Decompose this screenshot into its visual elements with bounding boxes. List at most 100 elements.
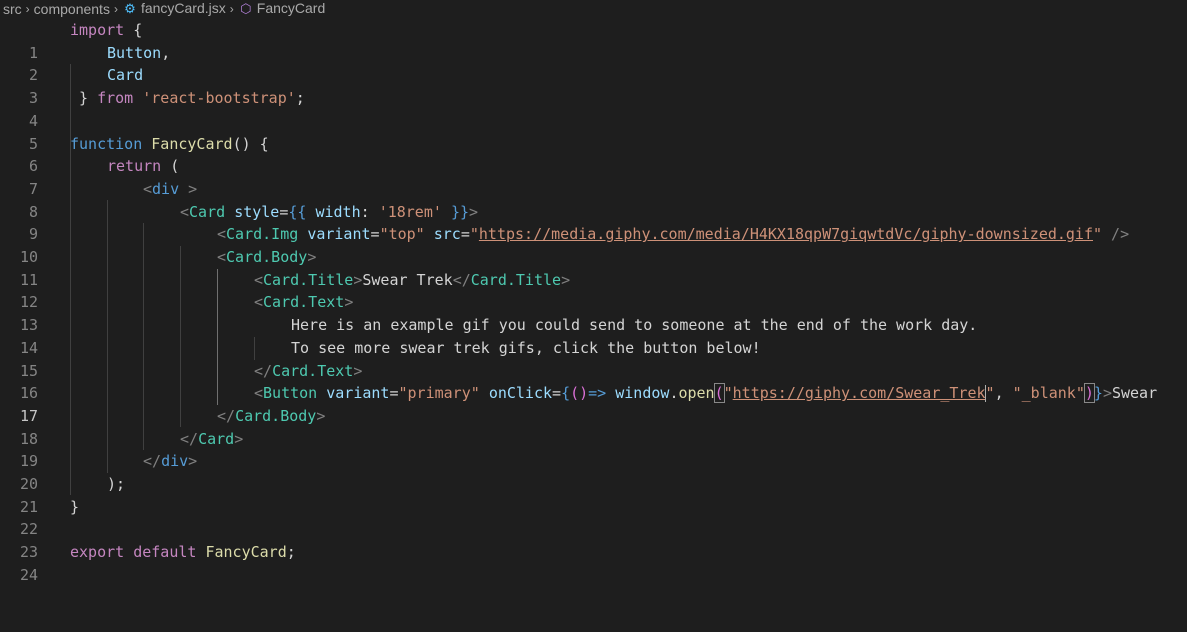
token: > xyxy=(344,293,354,312)
token: > xyxy=(561,270,571,289)
breadcrumb-symbol[interactable]: ⬡ FancyCard xyxy=(235,0,328,17)
token: } xyxy=(1093,384,1103,403)
code-line[interactable]: 11 <Card.Body> xyxy=(0,246,1187,289)
code-line[interactable]: 15 To see more swear trek gifs, click th… xyxy=(0,337,1187,380)
breadcrumb-symbol-label: FancyCard xyxy=(256,0,326,16)
token: Button xyxy=(263,384,318,403)
breadcrumb: src › components › ⚙ fancyCard.jsx › ⬡ Fan… xyxy=(0,0,1187,17)
code-line[interactable]: 9 <Card style={{ width: '18rem' }}> xyxy=(0,201,1187,244)
token: open xyxy=(678,384,715,403)
token: } xyxy=(70,89,98,108)
code-line[interactable]: 22 } xyxy=(0,496,1187,539)
token: < xyxy=(143,179,153,198)
code-line[interactable]: 13 <Card.Text> xyxy=(0,291,1187,334)
code-line[interactable]: 21 ); xyxy=(0,473,1187,516)
code-line[interactable]: 10 <Card.Img variant="top" src="https://… xyxy=(0,223,1187,266)
token: Swear xyxy=(1111,384,1158,403)
code-content: <div > xyxy=(143,178,197,201)
bracket-match: ( xyxy=(713,383,725,404)
breadcrumb-file[interactable]: ⚙ fancyCard.jsx xyxy=(119,0,229,17)
code-line[interactable]: 6 function FancyCard() { xyxy=(0,133,1187,176)
code-line[interactable]: 19 </Card> xyxy=(0,428,1187,471)
token: </ xyxy=(143,452,162,471)
token: Here is an example gif you could send to… xyxy=(291,316,978,335)
token: ( xyxy=(161,157,180,176)
token: return xyxy=(107,157,162,176)
token: = xyxy=(460,225,470,244)
url-link[interactable]: https://giphy.com/Swear_Trek xyxy=(733,384,986,402)
breadcrumb-components[interactable]: components xyxy=(31,1,113,17)
token: , xyxy=(161,43,171,62)
code-editor[interactable]: 1 import { 2 Button, 3 Card 4 } from 're… xyxy=(0,19,1187,584)
token: } xyxy=(70,497,80,516)
code-content: </Card.Body> xyxy=(217,405,325,428)
token: => xyxy=(588,384,607,403)
code-line[interactable]: 18 </Card.Body> xyxy=(0,405,1187,448)
react-gear-icon: ⚙ xyxy=(124,1,136,16)
token: Card.Text xyxy=(263,293,345,312)
code-line-active[interactable]: 17 <Button variant="primary" onClick={()… xyxy=(0,382,1187,425)
code-line[interactable]: 24 export default FancyCard; xyxy=(0,541,1187,584)
code-line[interactable]: 12 <Card.Title>Swear Trek</Card.Title> xyxy=(0,269,1187,312)
code-line[interactable]: 23 xyxy=(0,518,1187,561)
token: > xyxy=(1102,384,1112,403)
token: Card xyxy=(198,429,235,448)
token: width xyxy=(315,202,361,221)
code-content: <Card.Text> xyxy=(254,291,353,314)
token: > xyxy=(316,406,326,425)
token: { xyxy=(124,21,143,39)
code-line[interactable]: 20 </div> xyxy=(0,450,1187,493)
code-content: <Card.Img variant="top" src="https://med… xyxy=(217,223,1129,246)
code-line[interactable]: 2 Button, xyxy=(0,42,1187,85)
code-line[interactable]: 3 Card xyxy=(0,64,1187,107)
code-line[interactable]: 16 </Card.Text> xyxy=(0,360,1187,403)
token: < xyxy=(217,225,227,244)
code-content: function FancyCard() { xyxy=(70,133,269,156)
token: Card.Text xyxy=(272,361,354,380)
token: style xyxy=(234,202,280,221)
symbol-class-icon: ⬡ xyxy=(240,1,252,16)
token: src xyxy=(433,225,461,244)
token: </ xyxy=(217,406,236,425)
token: 'react-bootstrap' xyxy=(142,89,296,108)
code-content: return ( xyxy=(107,155,179,178)
token: > xyxy=(179,179,198,198)
token: window xyxy=(615,384,670,403)
token: = xyxy=(370,225,380,244)
token: }} xyxy=(450,202,469,221)
code-content: <Button variant="primary" onClick={()=> … xyxy=(254,382,1157,405)
code-content: Here is an example gif you could send to… xyxy=(291,314,977,337)
token: div xyxy=(152,179,180,198)
token: </ xyxy=(254,361,273,380)
token: ); xyxy=(107,475,126,493)
breadcrumb-src[interactable]: src xyxy=(0,1,25,17)
code-line[interactable]: 5 xyxy=(0,110,1187,153)
token: "_blank" xyxy=(1012,384,1085,403)
token: "top" xyxy=(379,225,425,244)
code-line[interactable]: 7 return ( xyxy=(0,155,1187,198)
token: < xyxy=(254,293,264,312)
url-link[interactable]: https://media.giphy.com/media/H4KX18qpW7… xyxy=(479,225,1093,243)
code-content: } xyxy=(70,496,79,519)
token: Card.Img xyxy=(226,225,299,244)
token: , xyxy=(994,384,1013,403)
token: variant xyxy=(326,384,390,403)
code-line[interactable]: 1 import { xyxy=(0,19,1187,62)
token: FancyCard xyxy=(205,543,287,562)
token: " xyxy=(985,384,995,403)
token: () xyxy=(570,384,589,403)
code-line[interactable]: 14 Here is an example gif you could send… xyxy=(0,314,1187,357)
line-number: 24 xyxy=(19,565,38,584)
token: > xyxy=(234,429,244,448)
code-content: <Card style={{ width: '18rem' }}> xyxy=(180,201,478,224)
code-line[interactable]: 4 } from 'react-bootstrap'; xyxy=(0,87,1187,130)
code-content: export default FancyCard; xyxy=(70,541,296,564)
code-line[interactable]: 8 <div > xyxy=(0,178,1187,221)
token: > xyxy=(188,452,198,471)
token: ; xyxy=(295,89,305,108)
